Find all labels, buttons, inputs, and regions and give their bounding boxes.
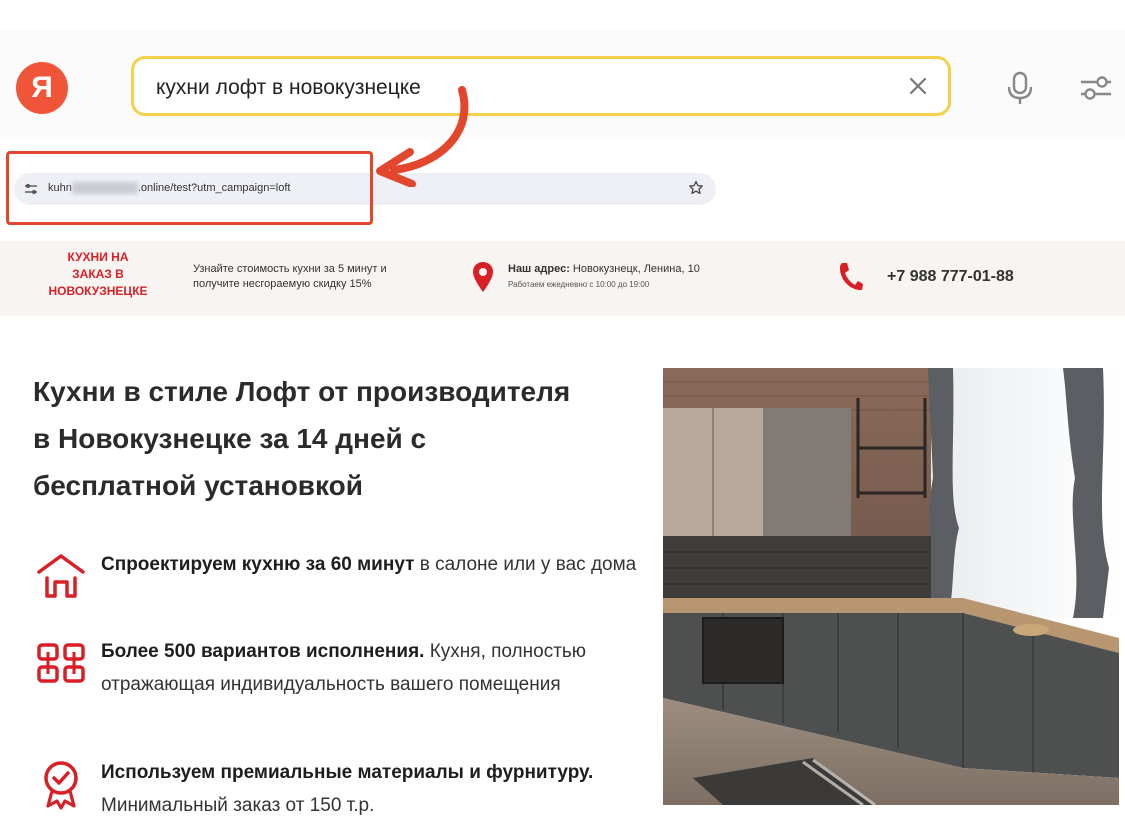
microphone-icon[interactable] [1004, 70, 1036, 106]
promo-line: получите несгораемую скидку 15% [193, 278, 372, 290]
house-icon [37, 554, 85, 598]
feature-bold: Используем премиальные материалы и фурни… [101, 762, 594, 783]
variants-icon [37, 643, 85, 683]
page-title-line: бесплатной установкой [33, 470, 363, 501]
feature-bold: Спроектируем кухню за 60 минут [101, 554, 415, 575]
site-header: КУХНИ НА ЗАКАЗ В НОВОКУЗНЕЦКЕ Узнайте ст… [0, 241, 1125, 316]
feature-bold: Более 500 вариантов исполнения. [101, 641, 425, 662]
address-value: Новокузнецк, Ленина, 10 [572, 263, 700, 275]
working-hours: Работаем ежедневно с 10:00 до 19:00 [508, 280, 650, 289]
feature-text: Спроектируем кухню за 60 минут в салоне … [101, 548, 646, 581]
page-title: Кухни в стиле Лофт от производителя в Но… [33, 368, 658, 509]
phone-icon [839, 263, 863, 291]
address-block: Наш адрес: Новокузнецк, Ленина, 10 Работ… [508, 261, 700, 293]
yandex-logo[interactable]: Я [16, 62, 68, 114]
site-logo-line: ЗАКАЗ В [72, 267, 124, 281]
feature-rest: в салоне или у вас дома [414, 554, 637, 575]
feature-rest: Минимальный заказ от 150 т.р. [101, 795, 375, 816]
kitchen-photo [663, 368, 1119, 805]
promo-line: Узнайте стоимость кухни за 5 минут и [193, 263, 387, 275]
site-logo-line: НОВОКУЗНЕЦКЕ [48, 284, 148, 298]
close-icon[interactable] [904, 72, 932, 100]
settings-sliders-icon[interactable] [1078, 72, 1114, 104]
site-logo-line: КУХНИ НА [67, 250, 129, 264]
feature-text: Более 500 вариантов исполнения. Кухня, п… [101, 635, 646, 701]
page-title-line: Кухни в стиле Лофт от производителя [33, 376, 571, 407]
url-highlight-frame [6, 151, 373, 225]
feature-text: Используем премиальные материалы и фурни… [101, 756, 646, 822]
page-title-line: в Новокузнецке за 14 дней с [33, 423, 427, 454]
address-label: Наш адрес: [508, 263, 570, 275]
search-input[interactable]: кухни лофт в новокузнецке [131, 56, 951, 116]
phone-number[interactable]: +7 988 777-01-88 [887, 268, 1014, 286]
site-logo[interactable]: КУХНИ НА ЗАКАЗ В НОВОКУЗНЕЦКЕ [28, 249, 168, 300]
bookmark-star-icon[interactable] [688, 180, 704, 196]
annotation-arrow-icon [376, 86, 469, 187]
promo-text: Узнайте стоимость кухни за 5 минут и пол… [193, 262, 463, 292]
quality-badge-icon [44, 761, 78, 810]
location-pin-icon [473, 262, 493, 292]
